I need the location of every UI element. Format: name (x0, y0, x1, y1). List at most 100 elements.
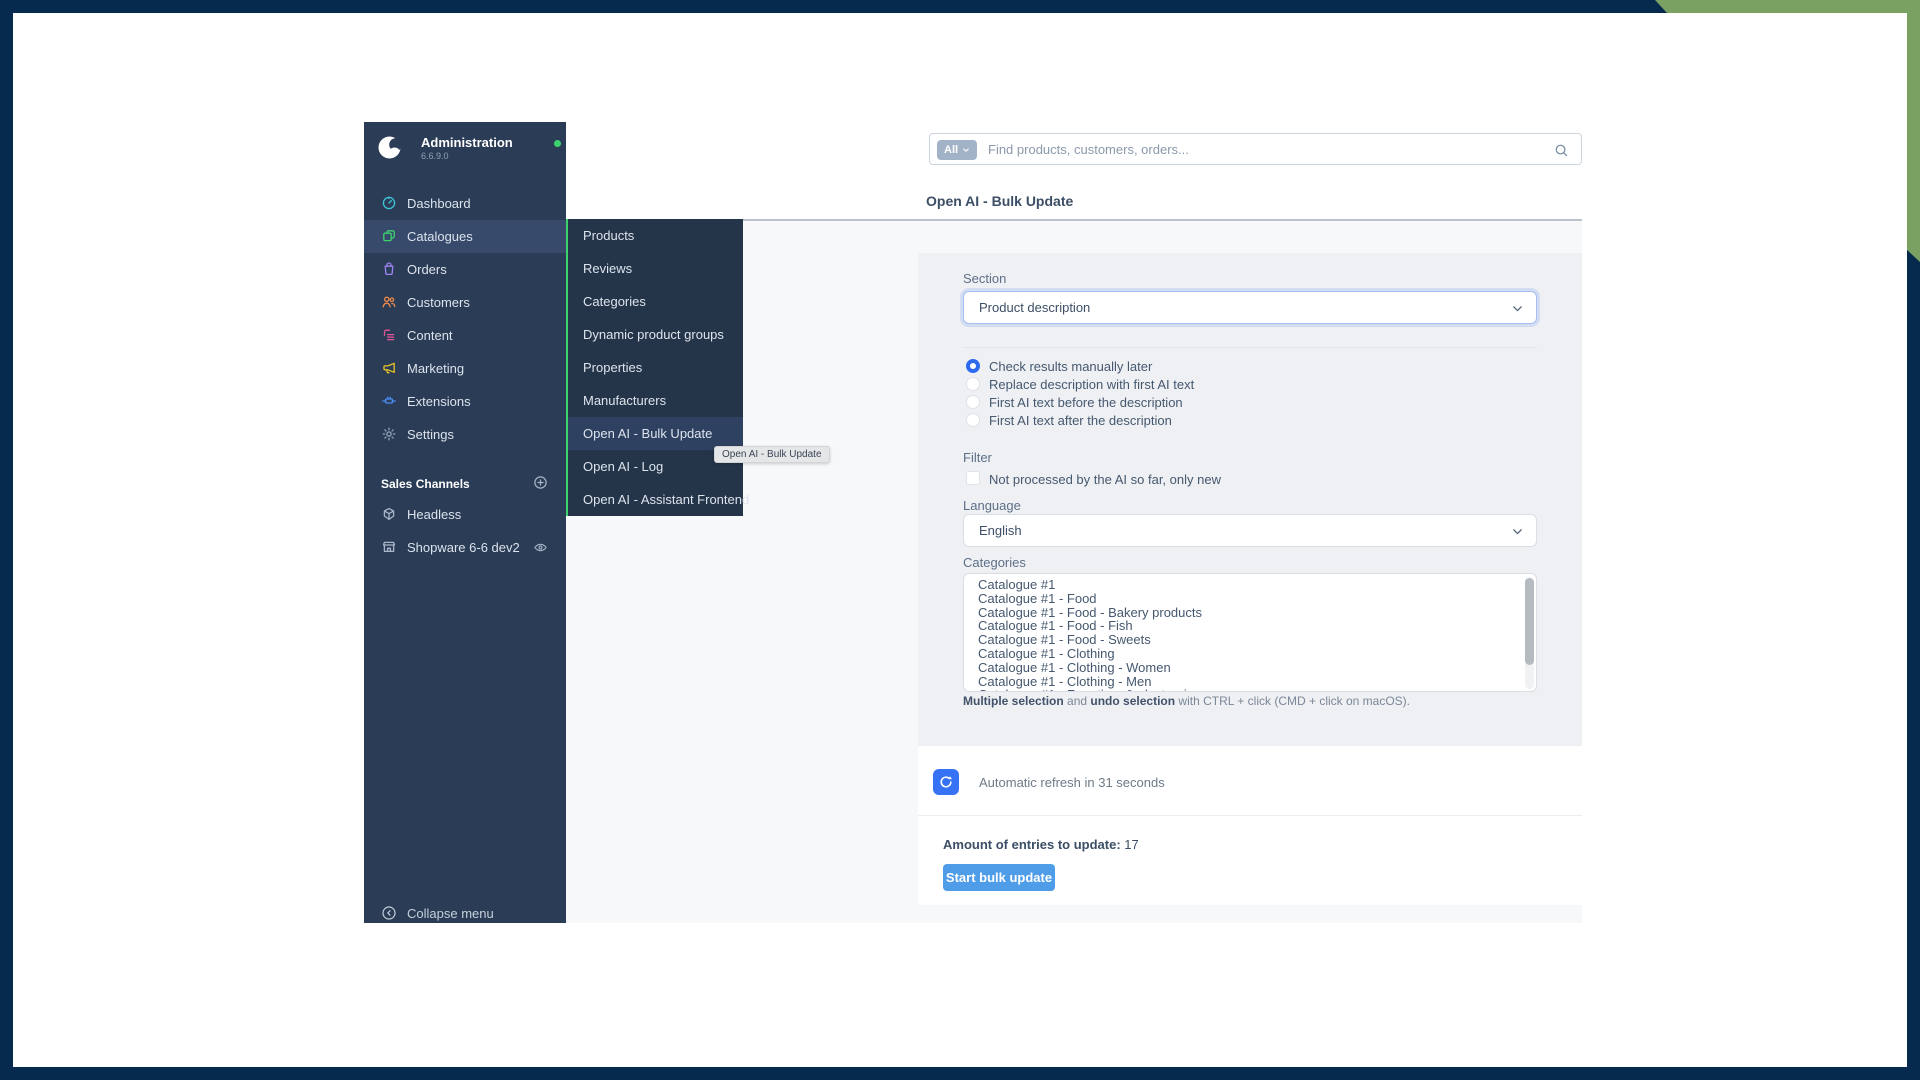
app-title: Administration (421, 135, 513, 150)
language-select-value: English (979, 523, 1022, 538)
search-icon[interactable] (1554, 143, 1569, 158)
content-icon (381, 327, 397, 343)
global-search-bar: All (929, 133, 1582, 165)
sidebar-item-orders[interactable]: Orders (364, 253, 566, 286)
chevron-down-icon (962, 146, 970, 154)
page-title: Open AI - Bulk Update (926, 193, 1073, 209)
categories-list: Catalogue #1 Catalogue #1 - Food Catalog… (964, 578, 1536, 692)
filter-checkbox[interactable] (966, 471, 980, 485)
radio-label: First AI text before the description (989, 395, 1183, 410)
refresh-countdown-text: Automatic refresh in 31 seconds (979, 775, 1165, 790)
flyout-item-openai-assistant-frontend[interactable]: Open AI - Assistant Frontend (568, 483, 743, 516)
dashboard-icon (381, 195, 397, 211)
shopware-logo-icon (378, 136, 401, 159)
list-item[interactable]: Catalogue #1 - Food (964, 592, 1536, 606)
form-divider (963, 347, 1537, 348)
radio-label: First AI text after the description (989, 413, 1172, 428)
list-item[interactable]: Catalogue #1 (964, 578, 1536, 592)
search-scope-label: All (944, 144, 958, 156)
section-select[interactable]: Product description (963, 291, 1537, 324)
sidebar-item-label: Extensions (407, 394, 471, 409)
start-bulk-update-button[interactable]: Start bulk update (943, 864, 1055, 891)
storefront-icon (381, 539, 397, 555)
radio-icon (966, 413, 980, 427)
gear-icon (381, 426, 397, 442)
list-item[interactable]: Catalogue #1 - Clothing - Women (964, 661, 1536, 675)
card-divider (918, 815, 1582, 816)
sidebar-item-dashboard[interactable]: Dashboard (364, 187, 566, 220)
collapse-menu-button[interactable]: Collapse menu (364, 897, 566, 930)
sidebar-item-label: Settings (407, 427, 454, 442)
refresh-icon (938, 774, 954, 790)
sidebar-item-content[interactable]: Content (364, 319, 566, 352)
status-dot (554, 140, 561, 147)
sidebar-item-settings[interactable]: Settings (364, 418, 566, 451)
orders-icon (381, 261, 397, 277)
catalogues-icon (381, 228, 397, 244)
flyout-item-categories[interactable]: Categories (568, 285, 743, 318)
sidebar-item-label: Shopware 6-6 dev2 (407, 540, 520, 555)
sidebar-item-shopware-dev2[interactable]: Shopware 6-6 dev2 (364, 531, 566, 564)
sidebar-item-marketing[interactable]: Marketing (364, 352, 566, 385)
tooltip: Open AI - Bulk Update (714, 446, 830, 463)
list-item[interactable]: Catalogue #1 - Clothing - Men (964, 675, 1536, 689)
search-input[interactable] (988, 135, 1528, 163)
marketing-icon (381, 360, 397, 376)
sidebar-item-label: Marketing (407, 361, 464, 376)
list-item[interactable]: Catalogue #1 - Food - Bakery products (964, 606, 1536, 620)
flyout-item-reviews[interactable]: Reviews (568, 252, 743, 285)
add-sales-channel-button[interactable] (533, 475, 548, 490)
desktop-frame: Administration 6.6.9.0 Dashboard Catalog… (0, 0, 1920, 1080)
sidebar-item-label: Dashboard (407, 196, 471, 211)
cube-icon (381, 506, 397, 522)
sidebar-item-label: Catalogues (407, 229, 473, 244)
section-label: Section (963, 271, 1006, 286)
language-select[interactable]: English (963, 514, 1537, 547)
sidebar: Administration 6.6.9.0 Dashboard Catalog… (364, 122, 566, 923)
entries-value: 17 (1124, 837, 1138, 852)
app-version: 6.6.9.0 (421, 151, 449, 161)
catalogues-flyout-menu: Products Reviews Categories Dynamic prod… (566, 219, 743, 516)
radio-icon (966, 395, 980, 409)
list-item[interactable]: Catalogue #1 - Food - Sweets (964, 633, 1536, 647)
sidebar-item-label: Customers (407, 295, 470, 310)
filter-checkbox-label: Not processed by the AI so far, only new (989, 472, 1221, 487)
radio-icon (966, 377, 980, 391)
flyout-item-products[interactable]: Products (568, 219, 743, 252)
scrollbar-thumb[interactable] (1525, 578, 1534, 665)
app-window: Administration 6.6.9.0 Dashboard Catalog… (13, 13, 1907, 1067)
sidebar-item-customers[interactable]: Customers (364, 286, 566, 319)
flyout-item-dynamic-product-groups[interactable]: Dynamic product groups (568, 318, 743, 351)
section-select-value: Product description (979, 300, 1090, 315)
categories-listbox[interactable]: Catalogue #1 Catalogue #1 - Food Catalog… (963, 573, 1537, 692)
sidebar-item-catalogues[interactable]: Catalogues (364, 220, 566, 253)
list-item[interactable]: Catalogue #1 - Clothing (964, 647, 1536, 661)
search-scope-chip[interactable]: All (937, 140, 977, 160)
extensions-icon (381, 393, 397, 409)
refresh-button[interactable] (933, 769, 959, 795)
list-item[interactable]: Catalogue #1 - Free time & electronics (964, 688, 1536, 692)
sidebar-item-label: Content (407, 328, 453, 343)
eye-icon[interactable] (533, 540, 548, 555)
entries-summary: Amount of entries to update: 17 (943, 837, 1139, 852)
sidebar-item-label: Orders (407, 262, 447, 277)
language-label: Language (963, 498, 1021, 513)
sidebar-item-label: Headless (407, 507, 461, 522)
radio-label: Replace description with first AI text (989, 377, 1194, 392)
sidebar-item-extensions[interactable]: Extensions (364, 385, 566, 418)
list-item[interactable]: Catalogue #1 - Food - Fish (964, 619, 1536, 633)
sidebar-item-headless[interactable]: Headless (364, 498, 566, 531)
categories-label: Categories (963, 555, 1026, 570)
radio-selected-icon (966, 359, 980, 373)
chevron-down-icon (1511, 525, 1524, 538)
collapse-menu-label: Collapse menu (407, 906, 494, 921)
chevron-down-icon (1511, 302, 1524, 315)
entries-label: Amount of entries to update: (943, 837, 1121, 852)
flyout-item-properties[interactable]: Properties (568, 351, 743, 384)
multi-select-hint: Multiple selection and undo selection wi… (963, 694, 1410, 708)
footer-card: Automatic refresh in 31 seconds Amount o… (918, 746, 1582, 905)
sidebar-header: Administration 6.6.9.0 (378, 134, 558, 164)
filter-label: Filter (963, 450, 992, 465)
flyout-item-manufacturers[interactable]: Manufacturers (568, 384, 743, 417)
radio-label: Check results manually later (989, 359, 1152, 374)
